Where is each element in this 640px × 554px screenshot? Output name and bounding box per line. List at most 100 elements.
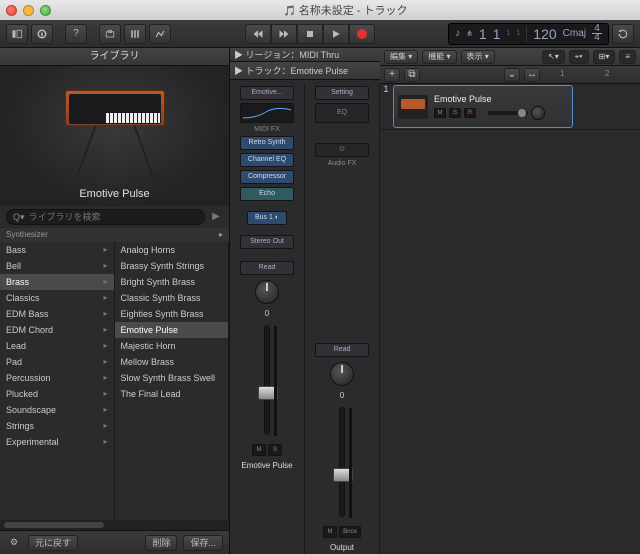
track-icon[interactable]	[398, 95, 428, 119]
track-lane[interactable]	[574, 84, 640, 129]
category-item[interactable]: Brass▸	[0, 274, 114, 290]
editors-toggle-button[interactable]	[149, 24, 171, 44]
bar-ruler[interactable]: 1234	[560, 66, 636, 83]
cycle-button[interactable]	[612, 24, 634, 44]
category-item[interactable]: EDM Bass▸	[0, 306, 114, 322]
category-column-1[interactable]: Bass▸Bell▸Brass▸Classics▸EDM Bass▸EDM Ch…	[0, 242, 115, 520]
category-header[interactable]: Synthesizer ▸	[0, 228, 229, 242]
bounce-button[interactable]: Bnce	[339, 526, 361, 538]
snap-menu[interactable]: ⊞▾	[593, 50, 616, 64]
edit-menu[interactable]: 編集 ▾	[384, 50, 418, 64]
stop-button[interactable]	[297, 24, 323, 44]
gear-icon[interactable]: ⚙	[6, 535, 22, 551]
track-mute-button[interactable]: M	[434, 108, 446, 118]
category-item[interactable]: Analog Horns	[115, 242, 229, 258]
category-item[interactable]: Bell▸	[0, 258, 114, 274]
audio-fx-slot-2[interactable]: Compressor	[240, 170, 294, 184]
category-item[interactable]: Majestic Horn	[115, 338, 229, 354]
category-column-2[interactable]: Analog HornsBrassy Synth StringsBright S…	[115, 242, 230, 520]
tool-right[interactable]: ⌖▾	[569, 50, 589, 64]
category-item[interactable]: Slow Synth Brass Swell	[115, 370, 229, 386]
category-item[interactable]: Plucked▸	[0, 386, 114, 402]
search-input[interactable]	[29, 212, 198, 222]
category-item[interactable]: Soundscape▸	[0, 402, 114, 418]
volume-fader[interactable]	[264, 325, 270, 435]
search-forward-button[interactable]: ▶	[209, 209, 223, 223]
eq-slot[interactable]: EQ	[315, 103, 369, 123]
tool-left[interactable]: ↖︎▾	[542, 50, 565, 64]
category-header-label: Synthesizer	[6, 228, 48, 242]
track-header[interactable]: Emotive Pulse M S R	[393, 85, 573, 128]
global-tracks-button[interactable]: ⌄	[504, 68, 520, 82]
track-volume-slider[interactable]	[488, 111, 528, 115]
library-toggle-button[interactable]	[6, 24, 28, 44]
category-item[interactable]: Classics▸	[0, 290, 114, 306]
setting-button[interactable]: Setting	[315, 86, 369, 100]
volume-fader[interactable]	[339, 407, 345, 517]
category-item[interactable]: Mellow Brass	[115, 354, 229, 370]
horizontal-scrollbar[interactable]	[0, 520, 229, 530]
send-slot[interactable]: Bus 1 ◐	[247, 211, 287, 225]
solo-button[interactable]: S	[268, 444, 282, 456]
category-item[interactable]: Classic Synth Brass	[115, 290, 229, 306]
output-slot[interactable]: Stereo Out	[240, 235, 294, 249]
category-item[interactable]: Emotive Pulse	[115, 322, 229, 338]
automation-mode[interactable]: Read	[315, 343, 369, 357]
mixer-toggle-button[interactable]	[124, 24, 146, 44]
eq-thumbnail[interactable]	[240, 103, 294, 123]
add-track-button[interactable]: +	[384, 68, 400, 82]
ruler-mark: 2	[605, 69, 609, 78]
track-record-button[interactable]: R	[464, 108, 476, 118]
close-window-button[interactable]	[6, 5, 17, 16]
tracks-area[interactable]: 1 Emotive Pulse M S R	[380, 84, 640, 554]
save-button[interactable]: 保存...	[183, 535, 223, 551]
audio-fx-slot-1[interactable]: Channel EQ	[240, 153, 294, 167]
category-item[interactable]: Bass▸	[0, 242, 114, 258]
category-item[interactable]: Lead▸	[0, 338, 114, 354]
library-search[interactable]: Q▾	[6, 209, 205, 225]
audio-fx-slot-3[interactable]: Echo	[240, 187, 294, 201]
category-item[interactable]: Experimental▸	[0, 434, 114, 450]
track-pan-knob[interactable]	[531, 106, 545, 120]
minimize-window-button[interactable]	[23, 5, 34, 16]
setting-button[interactable]: Emotive...	[240, 86, 294, 100]
mute-button[interactable]: M	[252, 444, 266, 456]
zoom-window-button[interactable]	[40, 5, 51, 16]
instrument-slot[interactable]: ⊙	[315, 143, 369, 157]
duplicate-track-button[interactable]: ⧉	[404, 68, 420, 82]
functions-menu[interactable]: 機能 ▾	[422, 50, 456, 64]
revert-button[interactable]: 元に戻す	[28, 535, 78, 551]
pan-knob[interactable]	[330, 362, 354, 386]
instrument-slot[interactable]: Retro Synth	[240, 136, 294, 150]
automation-mode[interactable]: Read	[240, 261, 294, 275]
quick-help-button[interactable]: ?	[65, 24, 87, 44]
category-item[interactable]: Eighties Synth Brass	[115, 306, 229, 322]
channel-name: Emotive Pulse	[233, 461, 301, 470]
inspector-toggle-button[interactable]	[31, 24, 53, 44]
category-item[interactable]: Brassy Synth Strings	[115, 258, 229, 274]
list-toggle[interactable]: ≡	[619, 50, 636, 64]
delete-button[interactable]: 削除	[145, 535, 177, 551]
play-button[interactable]	[323, 24, 349, 44]
category-item[interactable]: The Final Lead	[115, 386, 229, 402]
category-browser: Bass▸Bell▸Brass▸Classics▸EDM Bass▸EDM Ch…	[0, 242, 229, 520]
category-item[interactable]: Strings▸	[0, 418, 114, 434]
library-header: ライブラリ	[0, 48, 229, 66]
track-inspector-header[interactable]: ▶ トラック：Emotive Pulse	[230, 62, 380, 80]
rewind-button[interactable]	[245, 24, 271, 44]
view-menu[interactable]: 表示 ▾	[461, 50, 495, 64]
record-button[interactable]	[349, 24, 375, 44]
pan-knob[interactable]	[255, 280, 279, 304]
toolbox-button[interactable]	[99, 24, 121, 44]
category-item[interactable]: Pad▸	[0, 354, 114, 370]
mute-button[interactable]: M	[323, 526, 337, 538]
transport-controls	[245, 24, 375, 44]
category-item[interactable]: EDM Chord▸	[0, 322, 114, 338]
region-inspector-header[interactable]: ▶ リージョン：MIDI Thru	[230, 48, 380, 62]
catch-playhead-button[interactable]: ↔︎	[524, 68, 540, 82]
lcd-display[interactable]: ♪ ⋔ 1 1 1 1 120 Cmaj 44	[448, 23, 609, 45]
track-solo-button[interactable]: S	[449, 108, 461, 118]
category-item[interactable]: Percussion▸	[0, 370, 114, 386]
category-item[interactable]: Bright Synth Brass	[115, 274, 229, 290]
forward-button[interactable]	[271, 24, 297, 44]
